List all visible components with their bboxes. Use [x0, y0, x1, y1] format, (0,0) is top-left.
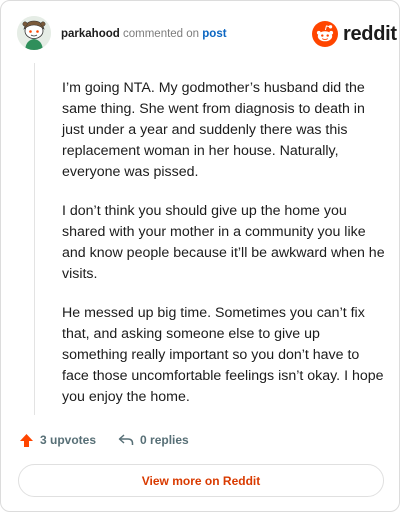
avatar[interactable]: [17, 16, 51, 50]
upvote-count: 3 upvotes: [40, 433, 97, 447]
comment-paragraph: He messed up big time. Sometimes you can…: [62, 305, 384, 405]
upvote-button[interactable]: 3 upvotes: [19, 433, 96, 448]
comment-paragraph: I’m going NTA. My godmother’s husband di…: [62, 80, 365, 180]
thread-line: [34, 63, 35, 415]
comment-card: parkahood commented on post reddit I’m g…: [0, 0, 400, 512]
comment-paragraph: I don’t think you should give up the hom…: [62, 203, 385, 282]
snoo-avatar-icon: [17, 16, 51, 50]
commented-on-text: commented on: [123, 28, 200, 40]
reply-button[interactable]: 0 replies: [118, 433, 189, 447]
reply-count: 0 replies: [140, 433, 189, 447]
username-link[interactable]: parkahood: [61, 28, 120, 40]
comment-body: I’m going NTA. My godmother’s husband di…: [62, 78, 387, 426]
comment-actions: 3 upvotes 0 replies: [19, 430, 189, 450]
comment-header: parkahood commented on post: [61, 27, 227, 41]
reddit-logo[interactable]: reddit: [312, 20, 397, 48]
upvote-arrow-icon: [20, 433, 33, 447]
reddit-snoo-icon: [312, 21, 338, 47]
view-more-button[interactable]: View more on Reddit: [18, 464, 384, 497]
post-link[interactable]: post: [202, 28, 226, 40]
reddit-wordmark: reddit: [343, 22, 397, 45]
reply-arrow-icon: [118, 434, 134, 445]
